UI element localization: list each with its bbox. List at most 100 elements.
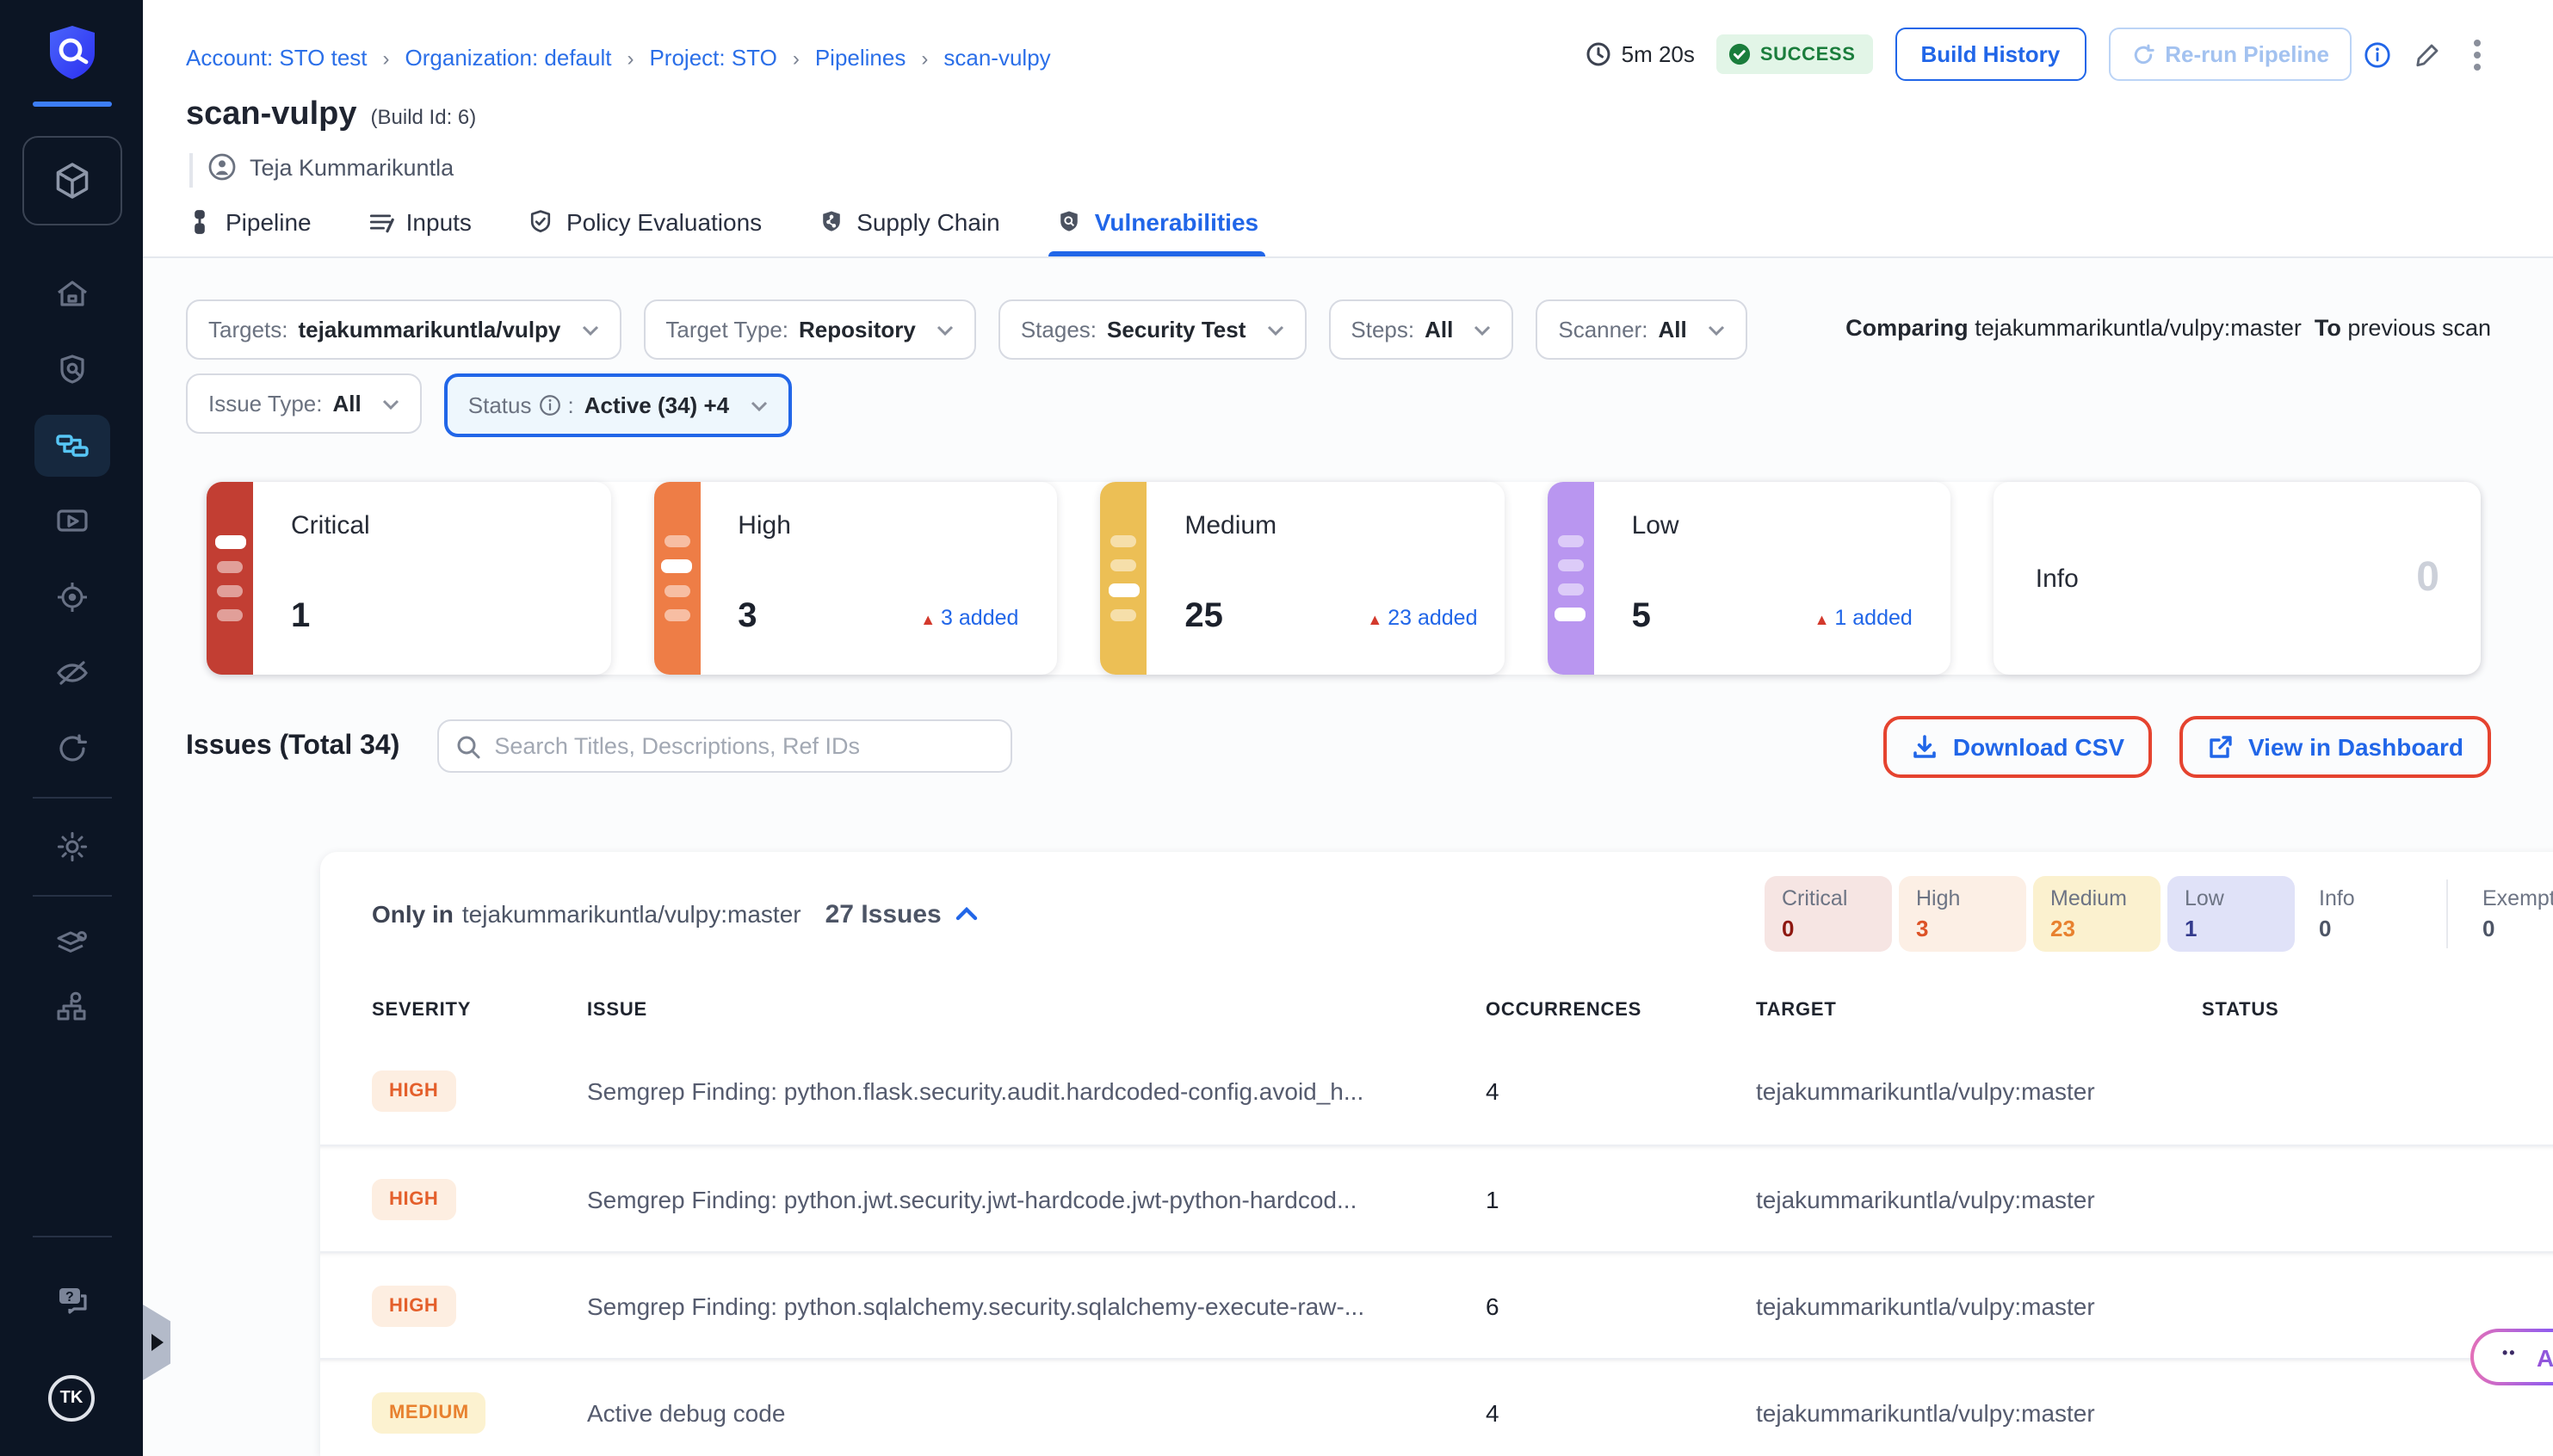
page-title: scan-vulpy [186, 96, 357, 134]
eye-off-icon [53, 654, 90, 692]
col-issue: ISSUE [587, 1000, 1486, 1021]
ask-ai-button[interactable]: Ask AI [2470, 1329, 2553, 1385]
card-count: 3 [738, 597, 757, 637]
card-count: 1 [291, 597, 310, 637]
tab-pipeline[interactable]: Pipeline [186, 188, 312, 256]
issue-title[interactable]: Semgrep Finding: python.jwt.security.jwt… [587, 1185, 1486, 1212]
author-row: Teja Kummarikuntla [189, 153, 2491, 188]
rerun-pipeline-button[interactable]: Re-run Pipeline [2108, 28, 2352, 81]
severity-card-high[interactable]: High 3 ▲3 added [653, 482, 1057, 675]
sidebar-item-project-settings[interactable] [34, 816, 109, 878]
breadcrumb-org[interactable]: Organization: default [405, 45, 612, 71]
help-button[interactable]: ? [34, 1268, 109, 1330]
breadcrumb: Account: STO test › Organization: defaul… [186, 45, 1051, 71]
sidebar-item-overview[interactable] [34, 339, 109, 401]
build-history-button[interactable]: Build History [1895, 28, 2086, 81]
clock-icon [1586, 41, 1611, 67]
filter-issue-type[interactable]: Issue Type:All [186, 373, 422, 434]
tab-policy-evaluations[interactable]: Policy Evaluations [527, 188, 762, 256]
breadcrumb-project[interactable]: Project: STO [649, 45, 776, 71]
issue-title[interactable]: Active debug code [587, 1398, 1486, 1426]
breadcrumb-pipelines[interactable]: Pipelines [815, 45, 906, 71]
sidebar-divider [32, 797, 111, 799]
sidebar-item-executions[interactable] [34, 490, 109, 552]
issues-search[interactable] [437, 719, 1012, 773]
chip-medium: Medium23 [2033, 876, 2160, 952]
refresh-icon [2130, 42, 2154, 66]
chevron-up-icon [955, 907, 978, 921]
tab-vulnerabilities[interactable]: Vulnerabilities [1055, 188, 1258, 256]
tab-inputs[interactable]: Inputs [367, 188, 472, 256]
occurrences-count: 1 [1486, 1185, 1756, 1212]
collapse-group-button[interactable] [955, 907, 978, 921]
sidebar-item-pipelines[interactable] [34, 415, 109, 477]
severity-card-low[interactable]: Low 5 ▲1 added [1548, 482, 1951, 675]
chevron-down-icon [581, 324, 598, 335]
filter-status[interactable]: Status : Active (34) +4 [444, 373, 791, 437]
sidebar-item-home[interactable] [34, 263, 109, 325]
search-input[interactable] [494, 733, 993, 759]
chevron-down-icon [750, 400, 767, 410]
sidebar-item-test-targets[interactable] [34, 642, 109, 704]
shield-magnifier-icon [1055, 208, 1083, 236]
chip-exempted: Exempted0 [2465, 876, 2553, 952]
group-header: Only in tejakummarikuntla/vulpy:master [372, 900, 801, 928]
breadcrumb-account[interactable]: Account: STO test [186, 45, 368, 71]
group-issue-count: 27 Issues [825, 899, 942, 929]
sidebar-item-targets[interactable] [34, 566, 109, 628]
severity-badge: HIGH [372, 1178, 455, 1219]
filter-target-type[interactable]: Target Type:Repository [643, 299, 975, 360]
issue-title[interactable]: Semgrep Finding: python.flask.security.a… [587, 1077, 1486, 1105]
help-chat-icon: ? [53, 1280, 90, 1318]
main-area: Account: STO test › Organization: defaul… [143, 0, 2553, 1456]
issue-row[interactable]: HIGH Semgrep Finding: python.flask.secur… [320, 1038, 2553, 1144]
card-count: 5 [1632, 597, 1651, 637]
sidebar-item-getting-started[interactable] [34, 718, 109, 780]
issue-target: tejakummarikuntla/vulpy:master [1756, 1398, 2202, 1426]
chip-low: Low1 [2167, 876, 2295, 952]
view-in-dashboard-button[interactable]: View in Dashboard [2179, 715, 2491, 777]
issues-total-title: Issues (Total 34) [186, 731, 399, 762]
left-nav-sidebar: ? TK [0, 0, 143, 1456]
severity-badge: MEDIUM [372, 1391, 486, 1433]
info-button[interactable] [2364, 40, 2391, 68]
severity-badge: HIGH [372, 1285, 455, 1326]
added-indicator: ▲23 added [1367, 606, 1477, 630]
filter-steps[interactable]: Steps:All [1328, 299, 1513, 360]
severity-card-info[interactable]: Info 0 [1994, 482, 2481, 675]
chevron-down-icon [382, 398, 399, 409]
issue-title[interactable]: Semgrep Finding: python.sqlalchemy.secur… [587, 1292, 1486, 1319]
occurrences-count: 6 [1486, 1292, 1756, 1319]
breadcrumb-separator: › [627, 46, 634, 70]
severity-card-critical[interactable]: Critical 1 [207, 482, 610, 675]
filter-stages[interactable]: Stages:Security Test [998, 299, 1307, 360]
expand-arrow-icon [151, 1334, 163, 1351]
info-icon [2364, 40, 2391, 68]
circular-arrow-icon [53, 730, 90, 768]
issue-row[interactable]: HIGH Semgrep Finding: python.jwt.securit… [320, 1144, 2553, 1251]
card-label: Low [1632, 511, 1679, 540]
user-avatar[interactable]: TK [48, 1375, 95, 1422]
severity-card-medium[interactable]: Medium 25 ▲23 added [1100, 482, 1504, 675]
card-label: High [738, 511, 791, 540]
issue-row[interactable]: HIGH Semgrep Finding: python.sqlalchemy.… [320, 1251, 2553, 1358]
filter-targets[interactable]: Targets:tejakummarikuntla/vulpy [186, 299, 621, 360]
edit-pipeline-button[interactable] [2414, 40, 2441, 68]
sidebar-item-governance[interactable] [34, 976, 109, 1038]
more-options-button[interactable] [2463, 35, 2491, 73]
card-count: 25 [1184, 597, 1223, 637]
issues-panel: Only in tejakummarikuntla/vulpy:master 2… [320, 852, 2553, 1456]
chevron-down-icon [1708, 324, 1725, 335]
sidebar-item-default-settings[interactable] [34, 914, 109, 976]
download-csv-button[interactable]: Download CSV [1884, 715, 2152, 777]
tab-supply-chain[interactable]: Supply Chain [817, 188, 1000, 256]
shield-nodes-icon [817, 208, 844, 236]
breadcrumb-current[interactable]: scan-vulpy [943, 45, 1050, 71]
module-selector[interactable] [22, 136, 121, 225]
user-icon [208, 153, 236, 181]
filter-scanner[interactable]: Scanner:All [1536, 299, 1746, 360]
sto-shield-logo [39, 21, 104, 86]
issue-row[interactable]: MEDIUM Active debug code 4 tejakummariku… [320, 1358, 2553, 1456]
org-gear-icon [53, 988, 90, 1026]
chevron-down-icon [937, 324, 954, 335]
